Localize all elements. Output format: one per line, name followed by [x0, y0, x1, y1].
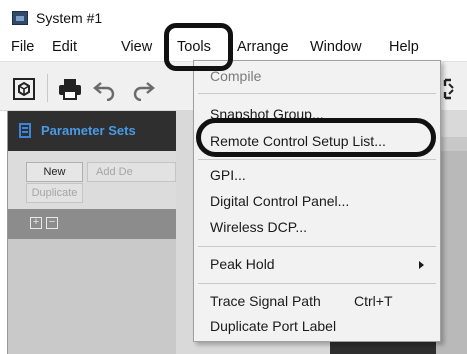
tools-highlight-ring	[164, 23, 233, 71]
undo-icon[interactable]	[92, 77, 118, 101]
menu-item-compile[interactable]: Compile	[194, 63, 440, 89]
menu-item-digital-control-panel[interactable]: Digital Control Panel...	[194, 188, 440, 214]
remote-control-highlight-ring	[196, 118, 436, 157]
menu-window[interactable]: Window	[310, 39, 362, 55]
print-icon[interactable]	[57, 77, 83, 101]
new-button[interactable]: New	[26, 162, 83, 182]
menu-bar: File Edit View Tools Arrange Window Help	[0, 36, 467, 61]
toolbar-separator	[47, 74, 48, 102]
list-document-icon	[19, 123, 31, 138]
menu-separator	[198, 159, 436, 160]
duplicate-button[interactable]: Duplicate	[26, 183, 83, 203]
collapse-all-icon[interactable]: −	[46, 217, 58, 229]
menu-item-trace-signal-path[interactable]: Trace Signal Path Ctrl+T	[194, 288, 440, 314]
menu-help[interactable]: Help	[389, 39, 419, 55]
component-cube-icon[interactable]	[12, 77, 38, 101]
system-window-icon	[12, 11, 28, 25]
submenu-arrow-icon	[419, 261, 424, 269]
parameter-sets-list[interactable]	[8, 239, 176, 354]
menu-separator	[198, 283, 436, 284]
menu-arrange[interactable]: Arrange	[237, 39, 289, 55]
panel-title: Parameter Sets	[41, 123, 136, 138]
menu-item-duplicate-port-label[interactable]: Duplicate Port Label	[194, 313, 440, 339]
menu-item-peak-hold[interactable]: Peak Hold	[194, 251, 440, 277]
title-bar: System #1	[0, 0, 467, 36]
panel-header: Parameter Sets	[8, 111, 176, 151]
panel-tree-header: + −	[8, 209, 176, 239]
menu-item-wireless-dcp[interactable]: Wireless DCP...	[194, 214, 440, 240]
tools-menu: Compile Snapshot Group... Remote Control…	[193, 60, 441, 342]
menu-item-trace-signal-path-label: Trace Signal Path	[210, 293, 321, 309]
menu-view[interactable]: View	[121, 39, 152, 55]
menu-item-peak-hold-label: Peak Hold	[210, 256, 275, 272]
menu-separator	[198, 93, 436, 94]
fit-window-icon[interactable]	[441, 77, 467, 101]
menu-file[interactable]: File	[11, 39, 34, 55]
panel-button-area: New Add De Duplicate	[8, 151, 176, 209]
menu-edit[interactable]: Edit	[52, 39, 77, 55]
shortcut-label: Ctrl+T	[354, 293, 393, 309]
window-title: System #1	[36, 10, 103, 26]
add-device-button[interactable]: Add De	[87, 162, 176, 182]
redo-icon[interactable]	[130, 77, 156, 101]
expand-all-icon[interactable]: +	[30, 217, 42, 229]
menu-separator	[198, 246, 436, 247]
parameter-sets-panel: Parameter Sets New Add De Duplicate + −	[7, 111, 176, 354]
menu-item-gpi[interactable]: GPI...	[194, 162, 440, 188]
